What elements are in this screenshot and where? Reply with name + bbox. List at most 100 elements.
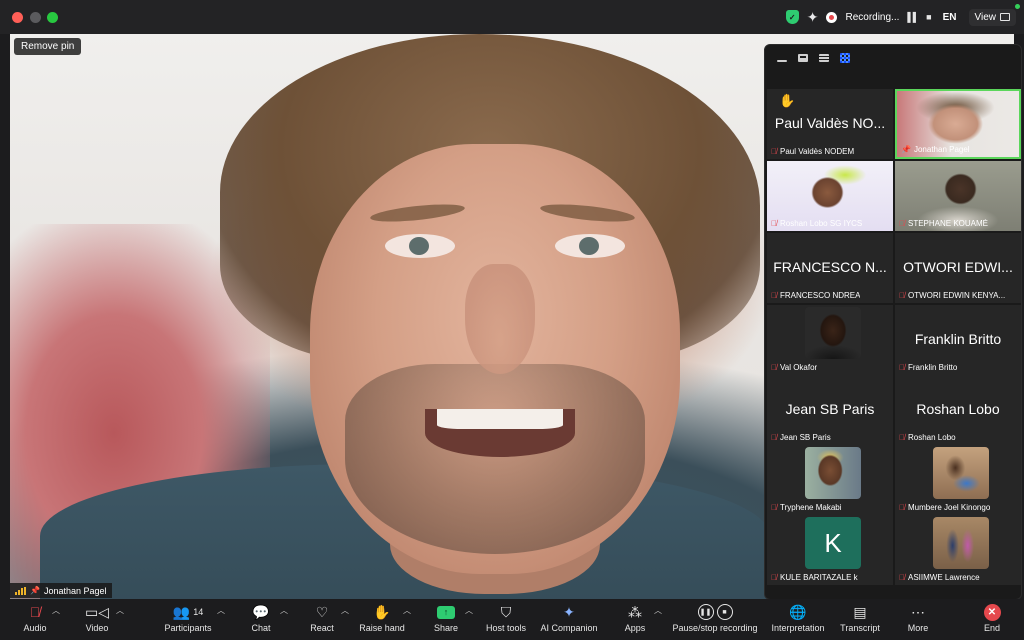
participant-label: 🎙̸ ASIIMWE Lawrence xyxy=(899,573,980,582)
participant-tile[interactable]: 🎙̸ STEPHANE KOUAMÉ xyxy=(895,161,1021,231)
main-participant-name: Jonathan Pagel xyxy=(43,585,107,596)
participant-photo xyxy=(805,447,861,499)
ai-sparkle-icon: ✦ xyxy=(563,603,575,620)
participants-label: Participants xyxy=(164,623,212,633)
more-ellipsis-icon: ⋯ xyxy=(911,603,925,620)
gallery-grid-icon[interactable] xyxy=(840,53,850,63)
share-screen-icon: ↑ xyxy=(437,605,455,619)
participant-tile[interactable]: FRANCESCO N... 🎙̸ FRANCESCO NDREA xyxy=(767,233,893,303)
muted-mic-icon: 🎙̸ xyxy=(899,219,905,228)
participant-photo xyxy=(805,307,861,359)
participant-tile[interactable]: 🎙̸ Mumbere Joel Kinongo xyxy=(895,445,1021,515)
participant-tile[interactable]: Jean SB Paris 🎙̸ Jean SB Paris xyxy=(767,375,893,445)
more-label: More xyxy=(907,623,929,633)
participants-count: 14 xyxy=(193,607,204,617)
window-titlebar: ✓ ✦ Recording... ▌▌ ■ EN View xyxy=(0,0,1024,34)
react-heart-icon: ♡ xyxy=(315,603,329,620)
transcript-icon: ▤ xyxy=(853,603,867,620)
participant-tile[interactable]: OTWORI EDWI... 🎙̸ OTWORI EDWIN KENYA... xyxy=(895,233,1021,303)
apps-label: Apps xyxy=(624,623,646,633)
apps-options-chevron-icon[interactable]: ︿ xyxy=(654,605,662,616)
participant-name: FRANCESCO NDREA xyxy=(780,291,861,300)
participant-label: 🎙̸ Paul Valdès NODEM xyxy=(771,147,854,156)
video-button[interactable]: ▭◁ Video ︿ xyxy=(52,601,142,634)
main-video-name-tag: 📌 Jonathan Pagel xyxy=(10,583,112,598)
participant-name: ASIIMWE Lawrence xyxy=(908,573,980,582)
pause-stop-recording-label: Pause/stop recording xyxy=(672,623,758,633)
participant-name: Val Okafor xyxy=(780,363,818,372)
react-label: React xyxy=(310,623,334,633)
video-eye xyxy=(555,234,625,258)
participant-label: 🎙̸ Franklin Britto xyxy=(899,363,957,372)
participant-display-name: Jean SB Paris xyxy=(785,401,875,417)
participant-name: Tryphene Makabi xyxy=(780,503,842,512)
shield-icon: ⛉ xyxy=(500,603,512,620)
fullscreen-window-button[interactable] xyxy=(47,12,58,23)
signal-strength-icon xyxy=(15,586,26,595)
chat-label: Chat xyxy=(251,623,271,633)
participant-tile[interactable]: 🎙̸ Roshan Lobo SG IYCS xyxy=(767,161,893,231)
pause-recording-icon[interactable]: ▌▌ xyxy=(907,12,919,22)
stop-recording-icon[interactable]: ■ xyxy=(926,12,932,22)
view-label: View xyxy=(974,11,997,23)
participant-name: STEPHANE KOUAMÉ xyxy=(908,219,989,228)
muted-mic-icon: 🎙̸ xyxy=(899,503,905,512)
end-call-icon: ✕ xyxy=(983,603,1001,621)
apps-icon: ⁂ xyxy=(628,603,642,620)
participant-tile[interactable]: ✋ Paul Valdès NO... 🎙̸ Paul Valdès NODEM xyxy=(767,89,893,159)
participant-tile[interactable]: 🎙̸ ASIIMWE Lawrence xyxy=(895,515,1021,585)
encryption-shield-icon[interactable]: ✓ xyxy=(785,10,799,24)
audio-label: Audio xyxy=(23,623,47,633)
participant-tile-active[interactable]: 📌 Jonathan Pagel xyxy=(895,89,1021,159)
participant-photo xyxy=(933,447,989,499)
language-selector[interactable]: EN xyxy=(939,12,961,23)
muted-microphone-icon: 🎙̸ xyxy=(29,604,41,620)
remove-pin-button[interactable]: Remove pin xyxy=(14,38,82,55)
stacked-view-icon[interactable] xyxy=(819,54,829,62)
view-button[interactable]: View xyxy=(968,8,1016,26)
participant-photo xyxy=(933,517,989,569)
video-beard xyxy=(345,364,645,554)
video-label: Video xyxy=(85,623,109,633)
participant-display-name: Paul Valdès NO... xyxy=(774,115,886,131)
video-options-chevron-icon[interactable]: ︿ xyxy=(116,605,124,616)
panel-view-controls xyxy=(777,53,850,63)
camera-indicator xyxy=(1015,4,1020,9)
participant-label: 🎙̸ Mumbere Joel Kinongo xyxy=(899,503,990,512)
minimize-panel-icon[interactable] xyxy=(777,59,787,62)
participant-label: 🎙̸ Tryphene Makabi xyxy=(771,503,842,512)
ai-companion-sparkle-icon[interactable]: ✦ xyxy=(807,9,819,26)
participant-display-name: Roshan Lobo xyxy=(916,401,1000,417)
host-tools-label: Host tools xyxy=(485,623,527,633)
end-meeting-button[interactable]: ✕ End xyxy=(947,601,1024,633)
pin-icon: 📌 xyxy=(30,586,40,595)
participant-label: 🎙̸ STEPHANE KOUAMÉ xyxy=(899,219,988,228)
participant-tile[interactable]: 🎙̸ Val Okafor xyxy=(767,305,893,375)
stop-recording-icon: ■ xyxy=(716,604,733,620)
close-window-button[interactable] xyxy=(12,12,23,23)
video-nose xyxy=(465,264,535,374)
muted-mic-icon: 🎙̸ xyxy=(771,573,777,582)
participant-tile[interactable]: K 🎙̸ KULE BARITAZALE k xyxy=(767,515,893,585)
minimize-window-button[interactable] xyxy=(30,12,41,23)
participant-tile[interactable]: Franklin Britto 🎙̸ Franklin Britto xyxy=(895,305,1021,375)
participant-label: 🎙̸ Jean SB Paris xyxy=(771,433,831,442)
raise-hand-label: Raise hand xyxy=(359,623,405,633)
participant-tile[interactable]: Roshan Lobo 🎙̸ Roshan Lobo xyxy=(895,375,1021,445)
participant-label: 🎙̸ Val Okafor xyxy=(771,363,817,372)
recording-icon xyxy=(826,11,838,23)
apps-button[interactable]: ⁂ Apps ︿ xyxy=(590,601,680,634)
muted-mic-icon: 🎙̸ xyxy=(899,573,905,582)
speaker-strip-icon[interactable] xyxy=(798,54,808,62)
recording-status: Recording... xyxy=(845,11,900,23)
pause-stop-recording-button[interactable]: ❚❚ ■ Pause/stop recording xyxy=(670,601,760,633)
grid-view-icon xyxy=(1000,13,1010,21)
participant-tile[interactable]: 🎙̸ Tryphene Makabi xyxy=(767,445,893,515)
participant-display-name: FRANCESCO N... xyxy=(773,259,887,275)
participant-name: KULE BARITAZALE k xyxy=(780,573,858,582)
ai-companion-label: AI Companion xyxy=(540,623,598,633)
participant-label: 📌 Jonathan Pagel xyxy=(901,145,970,154)
muted-mic-icon: 🎙̸ xyxy=(771,291,777,300)
participant-name: Roshan Lobo xyxy=(908,433,956,442)
participant-name: Franklin Britto xyxy=(908,363,958,372)
